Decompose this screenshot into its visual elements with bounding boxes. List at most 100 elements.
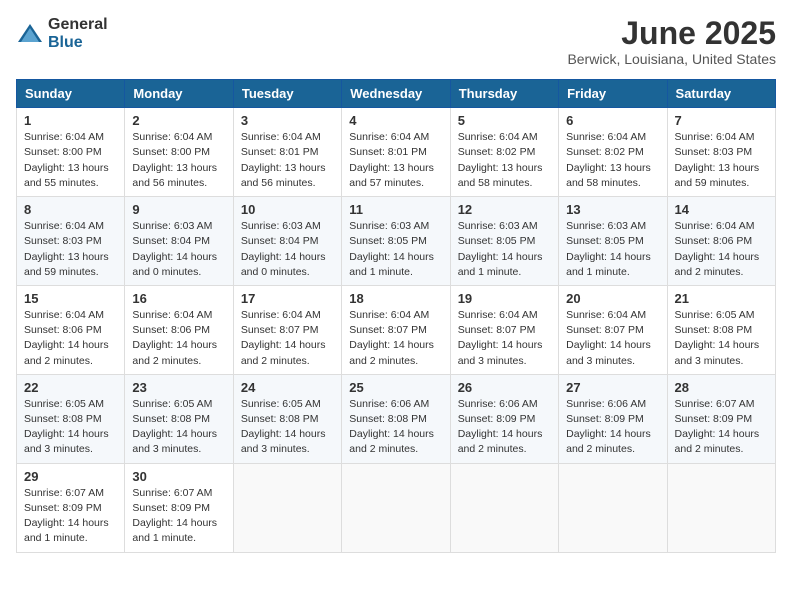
calendar-cell: 28 Sunrise: 6:07 AM Sunset: 8:09 PM Dayli… bbox=[667, 374, 775, 463]
calendar-header-row: SundayMondayTuesdayWednesdayThursdayFrid… bbox=[17, 80, 776, 108]
calendar-cell bbox=[342, 463, 450, 552]
logo-text: General Blue bbox=[48, 16, 108, 51]
day-info: Sunrise: 6:04 AM Sunset: 8:03 PM Dayligh… bbox=[24, 219, 117, 280]
calendar-cell: 4 Sunrise: 6:04 AM Sunset: 8:01 PM Daylig… bbox=[342, 108, 450, 197]
day-number: 8 bbox=[24, 202, 117, 217]
day-number: 30 bbox=[132, 469, 225, 484]
day-number: 14 bbox=[675, 202, 768, 217]
calendar-cell: 23 Sunrise: 6:05 AM Sunset: 8:08 PM Dayli… bbox=[125, 374, 233, 463]
calendar-table: SundayMondayTuesdayWednesdayThursdayFrid… bbox=[16, 79, 776, 552]
day-info: Sunrise: 6:04 AM Sunset: 8:01 PM Dayligh… bbox=[349, 130, 442, 191]
day-info: Sunrise: 6:04 AM Sunset: 8:02 PM Dayligh… bbox=[566, 130, 659, 191]
day-info: Sunrise: 6:07 AM Sunset: 8:09 PM Dayligh… bbox=[24, 486, 117, 547]
day-info: Sunrise: 6:07 AM Sunset: 8:09 PM Dayligh… bbox=[132, 486, 225, 547]
day-info: Sunrise: 6:03 AM Sunset: 8:05 PM Dayligh… bbox=[349, 219, 442, 280]
calendar-cell: 18 Sunrise: 6:04 AM Sunset: 8:07 PM Dayli… bbox=[342, 285, 450, 374]
day-number: 24 bbox=[241, 380, 334, 395]
day-info: Sunrise: 6:05 AM Sunset: 8:08 PM Dayligh… bbox=[132, 397, 225, 458]
calendar-cell: 26Sunrise: 6:06 AM Sunset: 8:09 PM Dayli… bbox=[450, 374, 558, 463]
day-info: Sunrise: 6:04 AM Sunset: 8:07 PM Dayligh… bbox=[566, 308, 659, 369]
day-number: 1 bbox=[24, 113, 117, 128]
day-info: Sunrise: 6:04 AM Sunset: 8:06 PM Dayligh… bbox=[132, 308, 225, 369]
day-of-week-header: Tuesday bbox=[233, 80, 341, 108]
day-of-week-header: Friday bbox=[559, 80, 667, 108]
calendar-cell: 14 Sunrise: 6:04 AM Sunset: 8:06 PM Dayli… bbox=[667, 197, 775, 286]
calendar-cell: 30 Sunrise: 6:07 AM Sunset: 8:09 PM Dayli… bbox=[125, 463, 233, 552]
day-number: 12 bbox=[458, 202, 551, 217]
calendar-cell: 3 Sunrise: 6:04 AM Sunset: 8:01 PM Daylig… bbox=[233, 108, 341, 197]
day-of-week-header: Monday bbox=[125, 80, 233, 108]
calendar-cell bbox=[559, 463, 667, 552]
day-info: Sunrise: 6:04 AM Sunset: 8:07 PM Dayligh… bbox=[349, 308, 442, 369]
calendar-cell: 7Sunrise: 6:04 AM Sunset: 8:03 PM Daylig… bbox=[667, 108, 775, 197]
month-title: June 2025 bbox=[567, 16, 776, 51]
day-number: 17 bbox=[241, 291, 334, 306]
calendar-cell: 19Sunrise: 6:04 AM Sunset: 8:07 PM Dayli… bbox=[450, 285, 558, 374]
day-number: 21 bbox=[675, 291, 768, 306]
day-number: 10 bbox=[241, 202, 334, 217]
calendar-cell: 12Sunrise: 6:03 AM Sunset: 8:05 PM Dayli… bbox=[450, 197, 558, 286]
day-info: Sunrise: 6:07 AM Sunset: 8:09 PM Dayligh… bbox=[675, 397, 768, 458]
day-number: 26 bbox=[458, 380, 551, 395]
day-info: Sunrise: 6:03 AM Sunset: 8:05 PM Dayligh… bbox=[566, 219, 659, 280]
calendar-cell: 8 Sunrise: 6:04 AM Sunset: 8:03 PM Daylig… bbox=[17, 197, 125, 286]
logo-icon bbox=[16, 20, 44, 48]
calendar-cell: 17 Sunrise: 6:04 AM Sunset: 8:07 PM Dayli… bbox=[233, 285, 341, 374]
day-info: Sunrise: 6:04 AM Sunset: 8:01 PM Dayligh… bbox=[241, 130, 334, 191]
day-number: 23 bbox=[132, 380, 225, 395]
day-info: Sunrise: 6:04 AM Sunset: 8:02 PM Dayligh… bbox=[458, 130, 551, 191]
day-number: 22 bbox=[24, 380, 117, 395]
calendar-cell: 10Sunrise: 6:03 AM Sunset: 8:04 PM Dayli… bbox=[233, 197, 341, 286]
day-info: Sunrise: 6:04 AM Sunset: 8:06 PM Dayligh… bbox=[24, 308, 117, 369]
calendar-cell: 16 Sunrise: 6:04 AM Sunset: 8:06 PM Dayli… bbox=[125, 285, 233, 374]
calendar-cell: 29 Sunrise: 6:07 AM Sunset: 8:09 PM Dayli… bbox=[17, 463, 125, 552]
day-info: Sunrise: 6:04 AM Sunset: 8:00 PM Dayligh… bbox=[24, 130, 117, 191]
day-number: 15 bbox=[24, 291, 117, 306]
day-number: 4 bbox=[349, 113, 442, 128]
day-number: 7 bbox=[675, 113, 768, 128]
calendar-week-row: 8 Sunrise: 6:04 AM Sunset: 8:03 PM Daylig… bbox=[17, 197, 776, 286]
calendar-cell bbox=[233, 463, 341, 552]
calendar-cell: 22Sunrise: 6:05 AM Sunset: 8:08 PM Dayli… bbox=[17, 374, 125, 463]
calendar-cell: 5 Sunrise: 6:04 AM Sunset: 8:02 PM Daylig… bbox=[450, 108, 558, 197]
day-number: 29 bbox=[24, 469, 117, 484]
calendar-cell bbox=[667, 463, 775, 552]
day-of-week-header: Thursday bbox=[450, 80, 558, 108]
calendar-week-row: 1 Sunrise: 6:04 AM Sunset: 8:00 PM Daylig… bbox=[17, 108, 776, 197]
day-number: 13 bbox=[566, 202, 659, 217]
day-info: Sunrise: 6:06 AM Sunset: 8:08 PM Dayligh… bbox=[349, 397, 442, 458]
day-number: 27 bbox=[566, 380, 659, 395]
logo: General Blue bbox=[16, 16, 108, 51]
calendar-cell: 27Sunrise: 6:06 AM Sunset: 8:09 PM Dayli… bbox=[559, 374, 667, 463]
calendar-cell: 13 Sunrise: 6:03 AM Sunset: 8:05 PM Dayli… bbox=[559, 197, 667, 286]
calendar-cell: 24 Sunrise: 6:05 AM Sunset: 8:08 PM Dayli… bbox=[233, 374, 341, 463]
day-info: Sunrise: 6:05 AM Sunset: 8:08 PM Dayligh… bbox=[241, 397, 334, 458]
day-number: 5 bbox=[458, 113, 551, 128]
day-number: 6 bbox=[566, 113, 659, 128]
day-info: Sunrise: 6:04 AM Sunset: 8:07 PM Dayligh… bbox=[241, 308, 334, 369]
day-info: Sunrise: 6:04 AM Sunset: 8:07 PM Dayligh… bbox=[458, 308, 551, 369]
day-number: 3 bbox=[241, 113, 334, 128]
calendar-cell: 15 Sunrise: 6:04 AM Sunset: 8:06 PM Dayli… bbox=[17, 285, 125, 374]
day-number: 11 bbox=[349, 202, 442, 217]
day-number: 18 bbox=[349, 291, 442, 306]
day-number: 16 bbox=[132, 291, 225, 306]
day-of-week-header: Wednesday bbox=[342, 80, 450, 108]
calendar-cell bbox=[450, 463, 558, 552]
day-info: Sunrise: 6:04 AM Sunset: 8:06 PM Dayligh… bbox=[675, 219, 768, 280]
calendar-cell: 6 Sunrise: 6:04 AM Sunset: 8:02 PM Daylig… bbox=[559, 108, 667, 197]
logo-blue-text: Blue bbox=[48, 34, 108, 52]
title-block: June 2025 Berwick, Louisiana, United Sta… bbox=[567, 16, 776, 67]
day-number: 20 bbox=[566, 291, 659, 306]
location-text: Berwick, Louisiana, United States bbox=[567, 51, 776, 67]
day-of-week-header: Saturday bbox=[667, 80, 775, 108]
day-of-week-header: Sunday bbox=[17, 80, 125, 108]
day-info: Sunrise: 6:05 AM Sunset: 8:08 PM Dayligh… bbox=[675, 308, 768, 369]
calendar-cell: 21 Sunrise: 6:05 AM Sunset: 8:08 PM Dayli… bbox=[667, 285, 775, 374]
day-number: 28 bbox=[675, 380, 768, 395]
calendar-week-row: 29 Sunrise: 6:07 AM Sunset: 8:09 PM Dayli… bbox=[17, 463, 776, 552]
page-header: General Blue June 2025 Berwick, Louisian… bbox=[16, 16, 776, 67]
day-number: 2 bbox=[132, 113, 225, 128]
day-number: 25 bbox=[349, 380, 442, 395]
calendar-cell: 2Sunrise: 6:04 AM Sunset: 8:00 PM Daylig… bbox=[125, 108, 233, 197]
